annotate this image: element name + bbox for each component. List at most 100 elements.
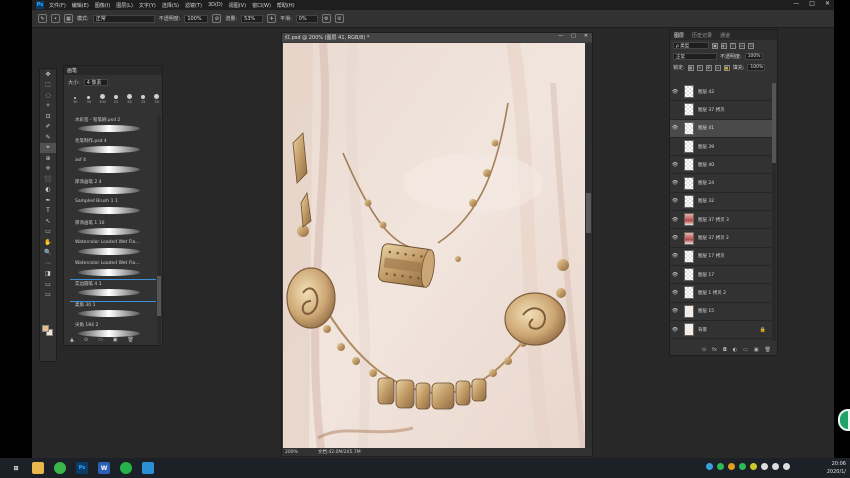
taskbar-clock[interactable]: 20:06 2020/1/ (827, 460, 846, 476)
canvas-scroll-thumb[interactable] (586, 193, 591, 233)
eye-icon[interactable]: 👁 (670, 89, 680, 95)
marquee-tool-icon[interactable]: ⬚ (40, 80, 56, 91)
pressure-opacity-icon[interactable]: ⊘ (212, 14, 222, 23)
new-group-icon[interactable]: ▭ (98, 337, 103, 343)
menu-select[interactable]: 选择(S) (162, 2, 179, 9)
brush-settings-icon[interactable]: ▦ (64, 14, 73, 23)
layer-row[interactable]: 👁 图层 15 (670, 303, 772, 321)
layer-row[interactable]: 👁 图层 32 (670, 193, 772, 212)
layer-name[interactable]: 图层 40 (698, 162, 714, 168)
fill-field[interactable]: 100% (747, 64, 766, 71)
layer-filter-dropdown[interactable]: ρ 类型 (673, 42, 709, 49)
lock-artboard-icon[interactable]: ▭ (714, 64, 721, 71)
doc-minimize-button[interactable]: — (558, 33, 563, 39)
layer-row[interactable]: 👁 图层 37 拷贝 3 (670, 211, 772, 230)
layers-scrollbar[interactable] (772, 83, 776, 341)
layer-name[interactable]: 图层 37 拷贝 3 (698, 217, 729, 223)
brush-preset-item[interactable]: 毛笔制作.psd 4 (70, 137, 156, 158)
tray-icon-7[interactable] (772, 463, 779, 470)
wechat-icon[interactable] (120, 462, 132, 474)
pressure-size-icon[interactable]: ⊘ (334, 14, 344, 23)
tray-icon-6[interactable] (761, 463, 768, 470)
layer-row[interactable]: 👁 图层 42 (670, 83, 772, 102)
eye-icon[interactable]: 👁 (670, 217, 680, 223)
layer-row[interactable]: 👁 图层 37 拷贝 2 (670, 229, 772, 248)
file-explorer-icon[interactable] (32, 462, 44, 474)
tray-icon-4[interactable] (739, 463, 746, 470)
eye-icon[interactable]: 👁 (670, 180, 680, 186)
eye-icon[interactable]: 👁 (670, 235, 680, 241)
filter-smart-icon[interactable]: ⊡ (748, 42, 754, 49)
brush-preset-item[interactable]: 水彩签 - 铅笔刷.psd 2 (70, 116, 156, 137)
brush-size-field[interactable]: 4 像素 (83, 78, 108, 86)
app-icon[interactable] (142, 462, 154, 474)
layer-name[interactable]: 图层 32 (698, 198, 714, 204)
brush-tool-icon[interactable]: ⌖ (40, 142, 56, 153)
brush-preset-item[interactable]: 实边圆笔 4 1 (70, 279, 156, 302)
type-tool-icon[interactable]: ↖ (40, 216, 56, 227)
crop-tool-icon[interactable]: ⊡ (40, 111, 56, 122)
layer-row[interactable]: 👁 图层 24 (670, 174, 772, 193)
toggle-preview-icon[interactable]: ▲ (70, 337, 74, 343)
tray-icon-5[interactable] (750, 463, 757, 470)
layer-name[interactable]: 图层 37 拷贝 2 (698, 235, 729, 241)
healing-tool-icon[interactable]: ✎ (40, 132, 56, 143)
mode-dropdown[interactable]: 正常 (92, 14, 155, 23)
layer-row[interactable]: 👁 图层 17 拷贝 (670, 248, 772, 266)
new-layer-icon[interactable]: ▣ (754, 347, 759, 353)
brush-settings-footer-icon[interactable]: ⊙ (84, 337, 88, 343)
delete-brush-icon[interactable]: 🗑 (128, 337, 134, 343)
layer-row[interactable]: 👁 图层 40 (670, 156, 772, 175)
layer-row[interactable]: 👁 背景 🔒 (670, 321, 772, 340)
edit-toolbar-tool-icon[interactable]: ▭ (40, 279, 56, 290)
brush-tip-preset[interactable]: 100 (97, 94, 108, 104)
flow-field[interactable]: 53% (241, 14, 264, 23)
hand-tool-icon[interactable]: 🔍 (40, 248, 56, 259)
lock-position-icon[interactable]: ✥ (705, 64, 712, 71)
menu-filter[interactable]: 滤镜(T) (185, 2, 202, 9)
layer-name[interactable]: 背景 (698, 327, 707, 333)
eye-icon[interactable]: 👁 (670, 290, 680, 296)
eye-icon[interactable]: 👁 (670, 253, 680, 259)
filter-pixel-icon[interactable]: ▣ (712, 42, 718, 49)
layer-name[interactable]: 图层 17 (698, 272, 714, 278)
layer-name[interactable]: 图层 1 拷贝 2 (698, 290, 726, 296)
brush-preset-item[interactable]: 柔角 30 1 (70, 301, 156, 322)
doc-close-button[interactable]: ✕ (584, 33, 588, 39)
lock-transparency-icon[interactable]: ▦ (687, 64, 694, 71)
eye-icon[interactable]: 👁 (670, 327, 680, 333)
photoshop-taskbar-icon[interactable]: Ps (76, 462, 88, 474)
menu-image[interactable]: 图像(I) (95, 2, 110, 9)
pen-tool-icon[interactable]: T (40, 206, 56, 217)
opacity-field[interactable]: 100% (184, 14, 209, 23)
adjustment-layer-icon[interactable]: ◐ (733, 347, 737, 353)
menu-layer[interactable]: 图层(L) (116, 2, 133, 9)
blend-mode-dropdown[interactable]: 正常 (673, 53, 717, 60)
layer-name[interactable]: 图层 17 拷贝 (698, 253, 725, 259)
brush-tip-preset[interactable]: 25 (138, 95, 149, 104)
screen-mode-tool-icon[interactable]: ▭ (40, 290, 56, 301)
new-brush-icon[interactable]: ▣ (113, 337, 118, 343)
eye-icon[interactable]: 👁 (670, 198, 680, 204)
new-group-icon[interactable]: ▭ (743, 347, 748, 353)
layer-row[interactable]: 👁 图层 41 (670, 119, 772, 138)
add-mask-icon[interactable]: ◘ (723, 347, 727, 353)
layer-row[interactable]: 👁 图层 17 (670, 266, 772, 285)
tray-icon-2[interactable] (717, 463, 724, 470)
lock-all-icon[interactable]: 🔒 (723, 64, 730, 71)
menu-file[interactable]: 文件(F) (49, 2, 66, 9)
floating-assistant-button[interactable] (838, 409, 850, 431)
layer-name[interactable]: 图层 41 (698, 125, 714, 131)
brush-tip-preset[interactable]: 30 (84, 96, 95, 104)
fx-icon[interactable]: fx (712, 347, 717, 353)
canvas-vertical-scrollbar[interactable] (585, 43, 592, 449)
trash-icon[interactable]: 🗑 (765, 347, 771, 353)
menu-type[interactable]: 文字(Y) (139, 2, 156, 9)
filter-adjust-icon[interactable]: ◐ (721, 42, 727, 49)
brush-tip-preset[interactable]: 50 (124, 94, 135, 104)
browser-icon[interactable] (54, 462, 66, 474)
brush-tip-preset[interactable]: 50 (151, 94, 162, 104)
magic-wand-tool-icon[interactable]: ✧ (40, 101, 56, 112)
artwork-canvas[interactable] (283, 43, 586, 449)
zoom-tool-icon[interactable]: ⋯ (40, 258, 56, 269)
